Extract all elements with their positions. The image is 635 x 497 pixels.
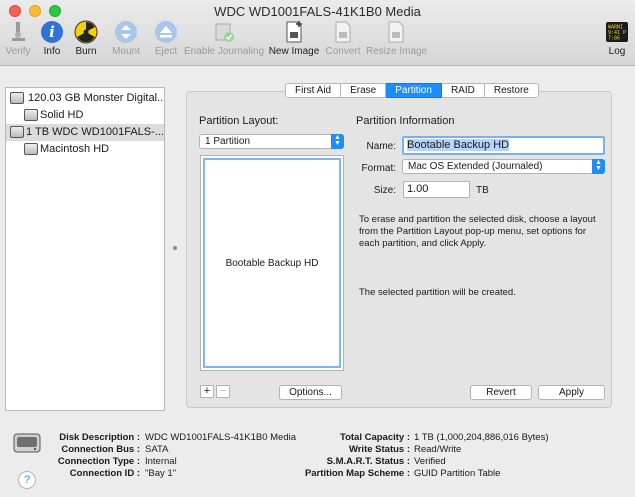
sidebar-item-macintosh-hd[interactable]: Macintosh HD (6, 141, 164, 158)
hard-drive-icon (13, 433, 41, 453)
log-console-icon: WARNI 9:41 P 7:86 (606, 22, 628, 42)
microscope-icon (12, 22, 25, 41)
partition-block[interactable]: Bootable Backup HD (203, 158, 341, 368)
verify-button[interactable]: Verify (4, 20, 32, 57)
connection-id-key: Connection ID : (69, 468, 140, 479)
partition-instructions: To erase and partition the selected disk… (359, 214, 596, 249)
window-title: WDC WD1001FALS-41K1B0 Media (214, 4, 421, 19)
connection-bus-key: Connection Bus : (61, 444, 140, 455)
disk-description-value: WDC WD1001FALS-41K1B0 Media (145, 432, 297, 443)
partition-map-scheme-value: GUID Partition Table (414, 468, 501, 479)
burn-button[interactable]: Burn (72, 20, 100, 57)
tab-first-aid[interactable]: First Aid (285, 83, 342, 98)
chevron-updown-icon: ▲ ▼ (331, 134, 344, 149)
volume-icon (24, 143, 38, 155)
disk-description-key: Disk Description : (59, 432, 140, 443)
split-view-handle[interactable] (173, 246, 177, 250)
svg-text:7:86: 7:86 (608, 36, 620, 42)
tab-raid[interactable]: RAID (441, 83, 485, 98)
info-icon: i (41, 21, 63, 43)
chevron-updown-icon: ▲ ▼ (592, 159, 605, 174)
disk-sidebar: 120.03 GB Monster Digital... Solid HD 1 … (5, 87, 165, 411)
resize-image-button[interactable]: Resize Image (366, 20, 427, 57)
enable-journaling-button[interactable]: Enable Journaling (183, 20, 265, 57)
eject-icon (155, 21, 177, 43)
partition-status: The selected partition will be created. (359, 287, 516, 298)
smart-status-value: Verified (414, 456, 446, 467)
convert-icon (335, 21, 351, 43)
sidebar-item-solid-hd[interactable]: Solid HD (6, 107, 164, 124)
disk-icon (10, 126, 24, 138)
remove-partition-button[interactable]: − (216, 385, 230, 398)
mount-button[interactable]: Mount (108, 20, 144, 57)
partition-layout-heading: Partition Layout: (199, 115, 279, 127)
size-field[interactable]: 1.00 (403, 181, 470, 198)
format-label: Format: (361, 163, 396, 174)
journal-icon (215, 23, 234, 42)
smart-status-key: S.M.A.R.T. Status : (326, 456, 410, 467)
mount-icon (115, 21, 137, 43)
log-button[interactable]: WARNI 9:41 P 7:86 Log (603, 20, 631, 57)
apply-button[interactable]: Apply (538, 385, 605, 400)
volume-icon (24, 109, 38, 121)
write-status-value: Read/Write (414, 444, 462, 455)
connection-type-value: Internal (145, 456, 177, 467)
sidebar-item-monster-digital[interactable]: 120.03 GB Monster Digital... (6, 90, 164, 107)
format-select[interactable]: Mac OS Extended (Journaled) ▲ ▼ (402, 159, 605, 174)
partition-layout-select[interactable]: 1 Partition ▲ ▼ (199, 134, 344, 149)
info-button[interactable]: i Info (38, 20, 66, 57)
svg-text:i: i (49, 23, 55, 41)
convert-button[interactable]: Convert (323, 20, 363, 57)
total-capacity-value: 1 TB (1,000,204,886,016 Bytes) (414, 432, 549, 443)
new-image-button[interactable]: New Image (268, 20, 320, 57)
resize-image-icon (388, 21, 404, 43)
connection-id-value: "Bay 1" (145, 468, 177, 479)
partition-info-heading: Partition Information (356, 115, 455, 127)
tab-erase[interactable]: Erase (341, 83, 387, 98)
eject-button[interactable]: Eject (150, 20, 182, 57)
disk-icon (10, 92, 24, 104)
add-partition-button[interactable]: + (200, 385, 214, 398)
connection-type-key: Connection Type : (57, 456, 140, 467)
tab-partition[interactable]: Partition (386, 83, 442, 98)
sidebar-item-wdc-disk[interactable]: 1 TB WDC WD1001FALS-... (6, 124, 164, 141)
help-button[interactable]: ? (18, 471, 36, 489)
disk-utility-window: WDC WD1001FALS-41K1B0 Media Verify i Inf… (0, 0, 635, 497)
tab-bar: First Aid Erase Partition RAID Restore (285, 83, 539, 98)
size-label: Size: (373, 185, 396, 196)
connection-bus-value: SATA (145, 444, 169, 455)
total-capacity-key: Total Capacity : (339, 432, 410, 443)
name-label: Name: (366, 141, 396, 152)
disk-info-bar: Disk Description : WDC WD1001FALS-41K1B0… (0, 420, 635, 497)
revert-button[interactable]: Revert (470, 385, 532, 400)
partition-map-scheme-key: Partition Map Scheme : (304, 468, 410, 479)
options-button[interactable]: Options... (279, 385, 342, 400)
name-field[interactable]: Bootable Backup HD (402, 136, 605, 155)
size-unit: TB (476, 185, 489, 196)
new-image-icon (286, 21, 302, 43)
write-status-key: Write Status : (348, 444, 410, 455)
radiation-icon (74, 20, 98, 44)
title-bar: WDC WD1001FALS-41K1B0 Media Verify i Inf… (0, 0, 635, 66)
tab-restore[interactable]: Restore (484, 83, 539, 98)
partition-layout-map: Bootable Backup HD (200, 155, 344, 371)
